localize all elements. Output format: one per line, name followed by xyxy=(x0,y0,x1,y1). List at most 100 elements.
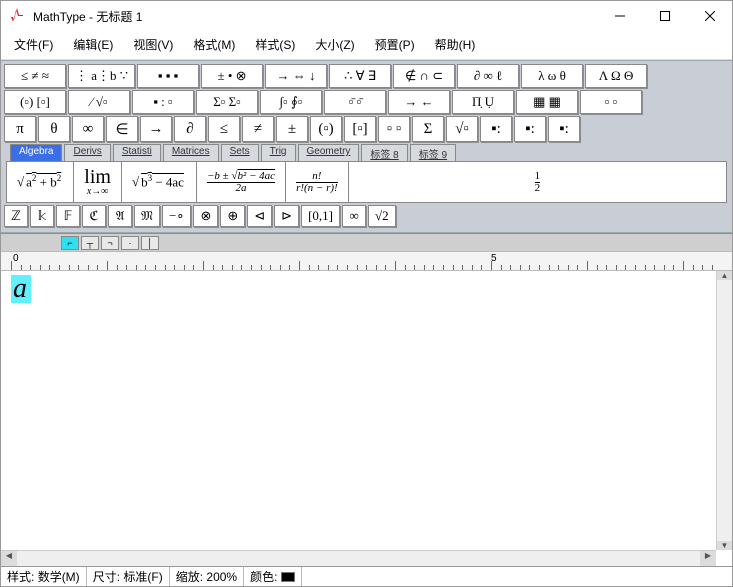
sym-integers[interactable]: ℤ xyxy=(4,205,28,227)
sym-fraktur-c[interactable]: ℭ xyxy=(82,205,106,227)
sym-infinity[interactable]: ∞ xyxy=(342,205,366,227)
arrows-palette[interactable]: → ⇔ ↓ xyxy=(265,64,327,88)
partial-button[interactable]: ∂ xyxy=(174,116,206,142)
sub-right-button[interactable]: ▪: xyxy=(548,116,580,142)
tab-algebra[interactable]: Algebra xyxy=(10,144,62,161)
paren-template-button[interactable]: (▫) xyxy=(310,116,342,142)
align-decimal-tab[interactable]: · xyxy=(121,236,139,250)
menu-view[interactable]: 视图(V) xyxy=(126,34,180,55)
products-palette[interactable]: Π̣ Ụ xyxy=(452,90,514,114)
infinity-button[interactable]: ∞ xyxy=(72,116,104,142)
sym-tensor[interactable]: ⊗ xyxy=(193,205,218,227)
status-style[interactable]: 样式: 数学(M) xyxy=(1,567,87,586)
theta-button[interactable]: θ xyxy=(38,116,70,142)
horizontal-scrollbar[interactable]: ◀ ▶ xyxy=(1,550,716,566)
tab-geometry[interactable]: Geometry xyxy=(298,144,360,161)
operator-symbols-palette[interactable]: ± • ⊗ xyxy=(201,64,263,88)
menu-help[interactable]: 帮助(H) xyxy=(428,34,483,55)
plus-minus-button[interactable]: ± xyxy=(276,116,308,142)
fraction-radical-palette[interactable]: ⁄ √▫ xyxy=(68,90,130,114)
tpl-combination[interactable]: n!r!(n − r)! xyxy=(286,162,349,202)
relational-symbols-palette[interactable]: ≤ ≠ ≈ xyxy=(4,64,66,88)
expression-tabstrip: Algebra Derivs Statisti Matrices Sets Tr… xyxy=(10,144,729,161)
sym-sqrt2[interactable]: √2 xyxy=(368,205,396,227)
symbol-bar: ℤ 𝕜 𝔽 ℭ 𝔄 𝔐 −∘ ⊗ ⊕ ⊲ ⊳ [0,1] ∞ √2 xyxy=(4,205,729,227)
scroll-right-icon[interactable]: ▶ xyxy=(700,551,716,566)
ruler-label-0: 0 xyxy=(13,253,19,264)
align-bar-tab[interactable]: │ xyxy=(141,236,159,250)
spaces-ellipses-palette[interactable]: ⋮ a⋮b ∵ xyxy=(68,64,135,88)
misc-symbols-palette[interactable]: ∂ ∞ ℓ xyxy=(457,64,519,88)
minimize-button[interactable] xyxy=(597,1,642,31)
arrow-right-button[interactable]: → xyxy=(140,116,172,142)
sym-field-f[interactable]: 𝔽 xyxy=(56,205,80,227)
tab-8[interactable]: 标签 8 xyxy=(361,144,407,161)
sym-directsum[interactable]: ⊕ xyxy=(220,205,245,227)
labeled-arrows-palette[interactable]: → ← xyxy=(388,90,450,114)
sigma-button[interactable]: Σ xyxy=(412,116,444,142)
equation-editor[interactable]: a ▲ ▼ ◀ ▶ xyxy=(1,271,732,566)
status-color[interactable]: 颜色: xyxy=(244,567,302,586)
tab-matrices[interactable]: Matrices xyxy=(163,144,219,161)
app-icon xyxy=(9,8,25,24)
scroll-up-icon[interactable]: ▲ xyxy=(717,271,732,280)
tpl-one-half[interactable]: 12 xyxy=(349,162,726,202)
sym-unit-interval[interactable]: [0,1] xyxy=(301,205,340,227)
close-button[interactable] xyxy=(687,1,732,31)
window-title: MathType - 无标题 1 xyxy=(33,8,597,25)
neq-button[interactable]: ≠ xyxy=(242,116,274,142)
tab-statisti[interactable]: Statisti xyxy=(113,144,161,161)
leq-button[interactable]: ≤ xyxy=(208,116,240,142)
scroll-down-icon[interactable]: ▼ xyxy=(717,541,732,550)
vertical-scrollbar[interactable]: ▲ ▼ xyxy=(716,271,732,550)
radical-template-button[interactable]: √▫ xyxy=(446,116,478,142)
tpl-limit[interactable]: limx→∞ xyxy=(74,162,122,202)
status-size[interactable]: 尺寸: 标准(F) xyxy=(87,567,170,586)
menu-format[interactable]: 格式(M) xyxy=(186,34,242,55)
bracket-template-button[interactable]: [▫] xyxy=(344,116,376,142)
sym-normal-subgroup-r[interactable]: ⊳ xyxy=(274,205,299,227)
set-theory-palette[interactable]: ∉ ∩ ⊂ xyxy=(393,64,455,88)
sym-field-k[interactable]: 𝕜 xyxy=(30,205,54,227)
sym-fraktur-m[interactable]: 𝔐 xyxy=(134,205,160,227)
sym-fraktur-a[interactable]: 𝔄 xyxy=(108,205,132,227)
tab-derivs[interactable]: Derivs xyxy=(64,144,110,161)
sym-minus-ring[interactable]: −∘ xyxy=(162,205,191,227)
status-zoom[interactable]: 缩放: 200% xyxy=(170,567,244,586)
element-of-button[interactable]: ∈ xyxy=(106,116,138,142)
greek-lower-palette[interactable]: λ ω θ xyxy=(521,64,583,88)
align-right-tab[interactable]: ¬ xyxy=(101,236,119,250)
tab-trig[interactable]: Trig xyxy=(261,144,296,161)
summation-palette[interactable]: Σ▫ Σ▫ xyxy=(196,90,258,114)
scroll-left-icon[interactable]: ◀ xyxy=(1,551,17,566)
fence-templates-palette[interactable]: (▫) [▫] xyxy=(4,90,66,114)
tab-sets[interactable]: Sets xyxy=(221,144,259,161)
subscript-template-button[interactable]: ▫ ▫ xyxy=(378,116,410,142)
underbar-overbar-palette[interactable]: ▫̄ ▫̄ xyxy=(324,90,386,114)
subscript-superscript-palette[interactable]: ▪ : ▫ xyxy=(132,90,194,114)
pi-button[interactable]: π xyxy=(4,116,36,142)
align-left-tab[interactable]: ⌐ xyxy=(61,236,79,250)
menu-edit[interactable]: 编辑(E) xyxy=(66,34,120,55)
tpl-discriminant-root[interactable]: √b3 − 4ac xyxy=(122,162,197,202)
super-right-button[interactable]: ▪: xyxy=(514,116,546,142)
sym-normal-subgroup-l[interactable]: ⊲ xyxy=(247,205,272,227)
statusbar: 样式: 数学(M) 尺寸: 标准(F) 缩放: 200% 颜色: xyxy=(1,566,732,586)
menu-style[interactable]: 样式(S) xyxy=(248,34,302,55)
tab-9[interactable]: 标签 9 xyxy=(410,144,456,161)
menu-preset[interactable]: 预置(P) xyxy=(368,34,422,55)
maximize-button[interactable] xyxy=(642,1,687,31)
super-left-button[interactable]: ▪: xyxy=(480,116,512,142)
embellishments-palette[interactable]: ▪ ▪ ▪ xyxy=(137,64,199,88)
integral-palette[interactable]: ∫▫ ∮▫ xyxy=(260,90,322,114)
matrix-templates-palette[interactable]: ▦ ▦ xyxy=(516,90,578,114)
greek-upper-palette[interactable]: Λ Ω Θ xyxy=(585,64,647,88)
boxes-palette[interactable]: ▫ ▫ xyxy=(580,90,642,114)
menu-size[interactable]: 大小(Z) xyxy=(308,34,361,55)
tpl-pythagoras[interactable]: √a2 + b2 xyxy=(7,162,74,202)
align-center-tab[interactable]: ┬ xyxy=(81,236,99,250)
tpl-quadratic-formula[interactable]: −b ± √b² − 4ac2a xyxy=(197,162,286,202)
logic-symbols-palette[interactable]: ∴ ∀ ∃ xyxy=(329,64,391,88)
menu-file[interactable]: 文件(F) xyxy=(7,34,60,55)
ruler[interactable]: 0 5 xyxy=(1,251,732,271)
